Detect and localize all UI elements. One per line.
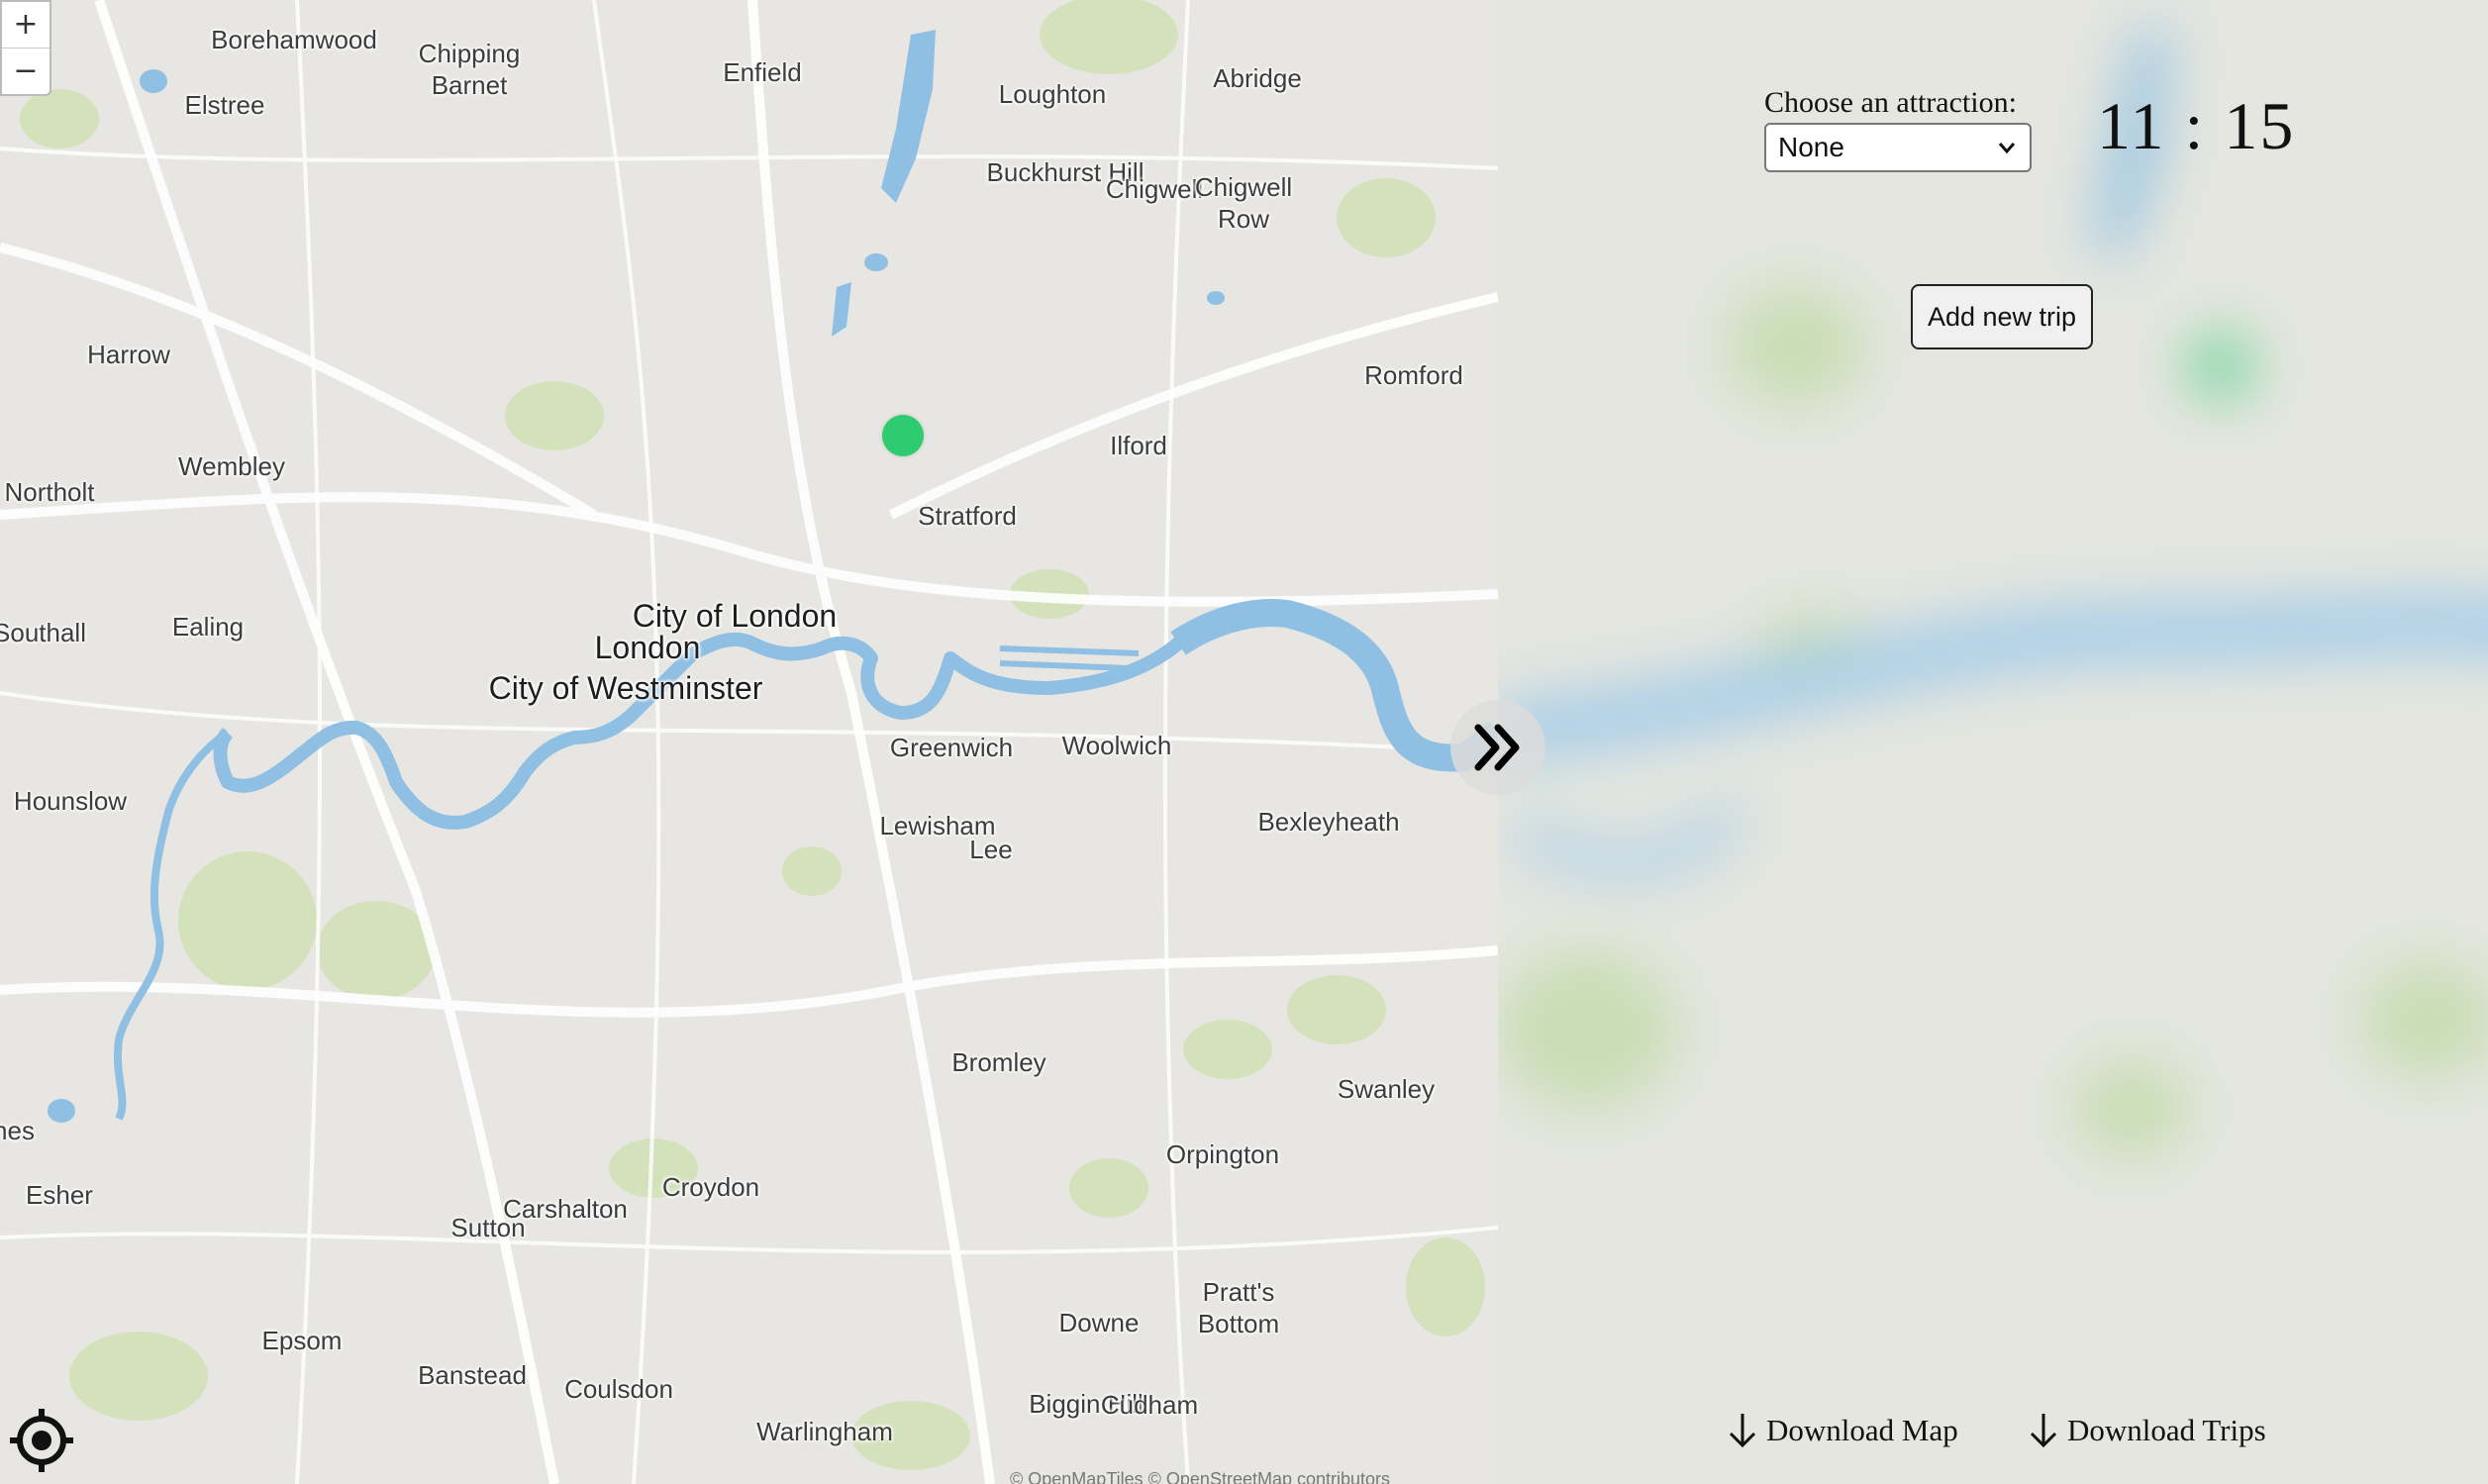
clock-minutes: 15: [2224, 88, 2296, 163]
place-label: Northolt: [4, 477, 95, 507]
place-label: Warlingham: [756, 1417, 893, 1446]
chevron-down-icon: [1998, 143, 2016, 154]
clock-separator: :: [2184, 88, 2206, 163]
place-label: London: [594, 630, 701, 665]
place-label: Esher: [26, 1180, 93, 1210]
place-label: City of London: [632, 598, 838, 634]
place-label: Coulsdon: [564, 1374, 673, 1404]
place-label: Orpington: [1165, 1139, 1280, 1169]
locate-icon[interactable]: [8, 1407, 75, 1474]
download-trips-label: Download Trips: [2067, 1413, 2266, 1447]
map-attribution[interactable]: © OpenMapTiles © OpenStreetMap contribut…: [1010, 1469, 1390, 1484]
place-label: Enfield: [723, 57, 802, 87]
blurred-map-background: [1498, 0, 2488, 1484]
zoom-control: + −: [0, 0, 51, 96]
collapse-panel-button[interactable]: [1450, 700, 1545, 795]
clock-hours: 11: [2097, 88, 2166, 163]
download-trips-button[interactable]: Download Trips: [2026, 1411, 2266, 1450]
side-panel: [1498, 0, 2488, 1484]
place-label: Chigwell: [1105, 174, 1204, 204]
place-label: Chigwell Row: [1194, 172, 1293, 234]
place-label: Borehamwood: [211, 25, 377, 54]
place-label: City of Westminster: [488, 670, 763, 706]
place-label: Sutton: [450, 1213, 526, 1242]
zoom-out-button[interactable]: −: [2, 48, 50, 94]
download-map-label: Download Map: [1766, 1413, 1958, 1447]
zoom-in-button[interactable]: +: [2, 2, 50, 48]
place-label: Ealing: [171, 612, 245, 642]
place-label: Bromley: [951, 1047, 1046, 1077]
place-label: Croydon: [661, 1172, 760, 1202]
place-label: Bexleyheath: [1257, 807, 1400, 837]
place-label: Lee: [969, 835, 1013, 864]
place-label: Woolwich: [1061, 731, 1172, 760]
time-display: 11 : 15: [2097, 87, 2295, 165]
place-label: nes: [0, 1116, 35, 1145]
arrow-down-icon: [2030, 1414, 2057, 1448]
place-label: Romford: [1364, 360, 1463, 390]
place-label: Greenwich: [889, 733, 1014, 762]
place-label: Hounslow: [13, 786, 128, 816]
double-chevron-right-icon: [1474, 724, 1520, 771]
place-label: Cudham: [1100, 1390, 1199, 1420]
place-label: Southall: [0, 618, 86, 647]
attraction-select-value: None: [1778, 132, 1844, 162]
place-label: Swanley: [1337, 1074, 1436, 1104]
place-label: Pratt's Bottom: [1197, 1277, 1280, 1338]
attraction-select[interactable]: None: [1764, 123, 2032, 172]
place-label: Loughton: [998, 79, 1107, 109]
place-label: Stratford: [918, 501, 1017, 531]
location-marker[interactable]: [882, 415, 924, 456]
place-label: Downe: [1058, 1308, 1140, 1337]
place-label: Abridge: [1213, 63, 1302, 93]
place-label: Ilford: [1110, 431, 1167, 460]
attraction-label: Choose an attraction:: [1764, 86, 2017, 119]
map-view[interactable]: + − Borehamwood Chipping Barnet Enfield Lou…: [0, 0, 1498, 1484]
place-label: Wembley: [178, 451, 285, 481]
arrow-down-icon: [1729, 1414, 1756, 1448]
place-label: Harrow: [87, 340, 170, 369]
place-label: Chipping Barnet: [418, 39, 521, 100]
place-label: Elstree: [184, 90, 265, 120]
download-map-button[interactable]: Download Map: [1725, 1411, 1958, 1450]
place-label: Epsom: [261, 1326, 343, 1355]
add-new-trip-button[interactable]: Add new trip: [1911, 284, 2093, 349]
place-label: Banstead: [418, 1360, 527, 1390]
